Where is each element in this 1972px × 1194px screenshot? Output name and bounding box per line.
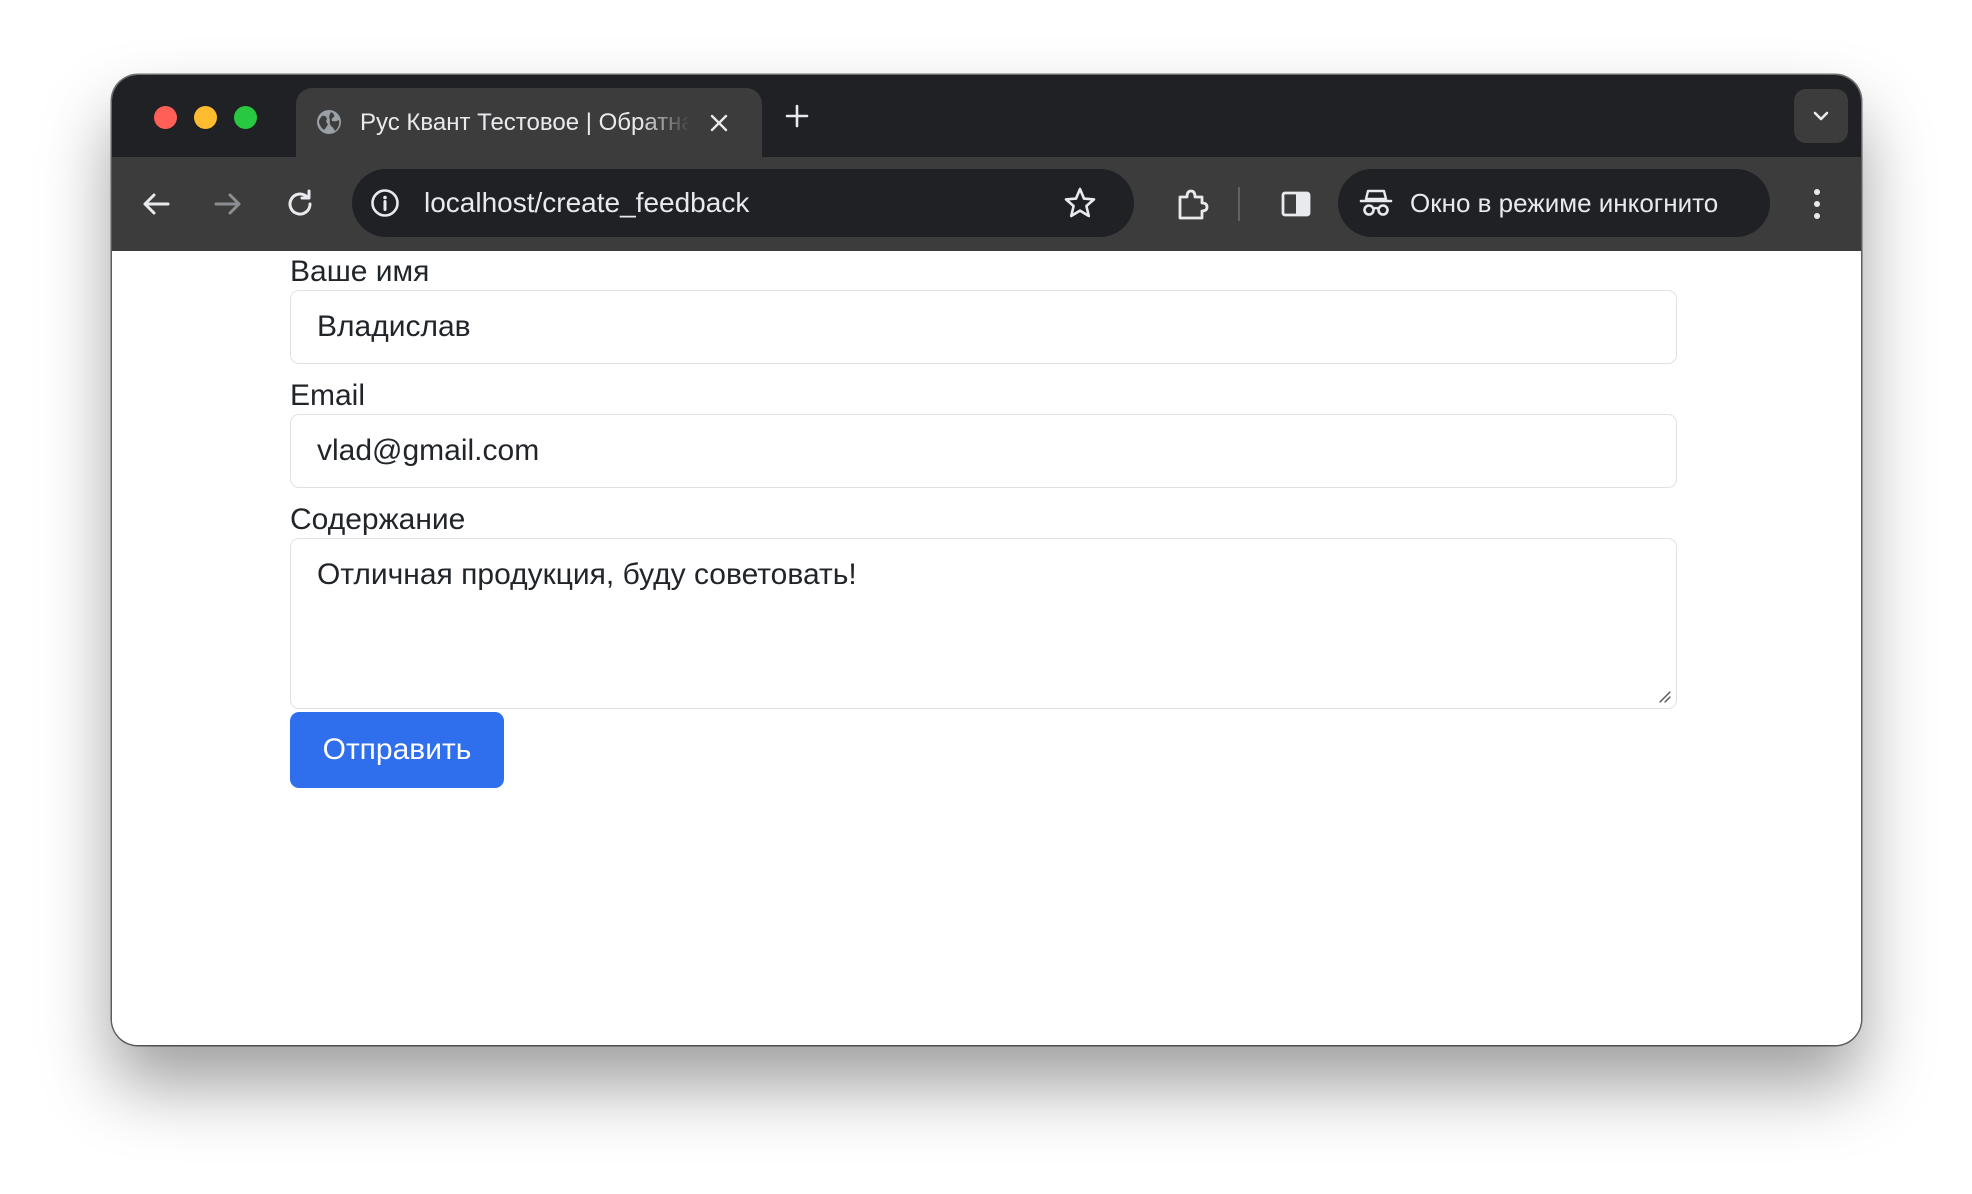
toolbar-separator: [1238, 187, 1240, 221]
tab-strip: Рус Квант Тестовое | Обратная связь: [112, 75, 1861, 157]
content-textarea[interactable]: Отличная продукция, буду советовать!: [290, 538, 1677, 709]
page-content: Ваше имя Владислав Email vlad@gmail.com …: [112, 251, 1861, 1045]
url-text[interactable]: localhost/create_feedback: [424, 186, 749, 220]
content-label: Содержание: [290, 503, 466, 536]
chevron-down-icon: [1813, 111, 1829, 121]
address-bar[interactable]: localhost/create_feedback: [352, 169, 1134, 237]
name-input[interactable]: Владислав: [290, 290, 1677, 364]
name-value: Владислав: [317, 310, 471, 343]
tab-search-button[interactable]: [1794, 89, 1848, 143]
forward-arrow-icon[interactable]: [208, 184, 248, 224]
name-label: Ваше имя: [290, 255, 430, 288]
close-tab-icon[interactable]: [706, 110, 732, 136]
side-panel-icon[interactable]: [1276, 184, 1316, 224]
content-value: Отличная продукция, буду советовать!: [317, 558, 857, 591]
back-arrow-icon[interactable]: [136, 184, 176, 224]
email-value: vlad@gmail.com: [317, 434, 540, 467]
submit-button[interactable]: Отправить: [290, 712, 504, 788]
resize-handle-icon[interactable]: [1656, 688, 1672, 704]
active-tab[interactable]: Рус Квант Тестовое | Обратная связь: [296, 88, 762, 157]
incognito-indicator[interactable]: Окно в режиме инкогнито: [1338, 169, 1770, 237]
incognito-label: Окно в режиме инкогнито: [1410, 188, 1719, 218]
zoom-window-button[interactable]: [234, 106, 257, 129]
browser-toolbar: localhost/create_feedback Окно в режиме …: [112, 157, 1861, 251]
close-window-button[interactable]: [154, 106, 177, 129]
more-menu-icon[interactable]: [1802, 183, 1832, 225]
new-tab-icon[interactable]: [782, 101, 812, 131]
minimize-window-button[interactable]: [194, 106, 217, 129]
bookmark-star-icon[interactable]: [1062, 185, 1098, 221]
incognito-icon: [1359, 189, 1393, 216]
globe-icon: [317, 110, 341, 134]
extensions-puzzle-icon[interactable]: [1172, 184, 1212, 224]
email-input[interactable]: vlad@gmail.com: [290, 414, 1677, 488]
email-label: Email: [290, 379, 366, 412]
tab-title: Рус Квант Тестовое | Обратная связь: [360, 109, 690, 136]
browser-window: Рус Квант Тестовое | Обратная связь: [112, 75, 1861, 1045]
site-info-icon[interactable]: [368, 186, 402, 220]
reload-icon[interactable]: [280, 184, 320, 224]
